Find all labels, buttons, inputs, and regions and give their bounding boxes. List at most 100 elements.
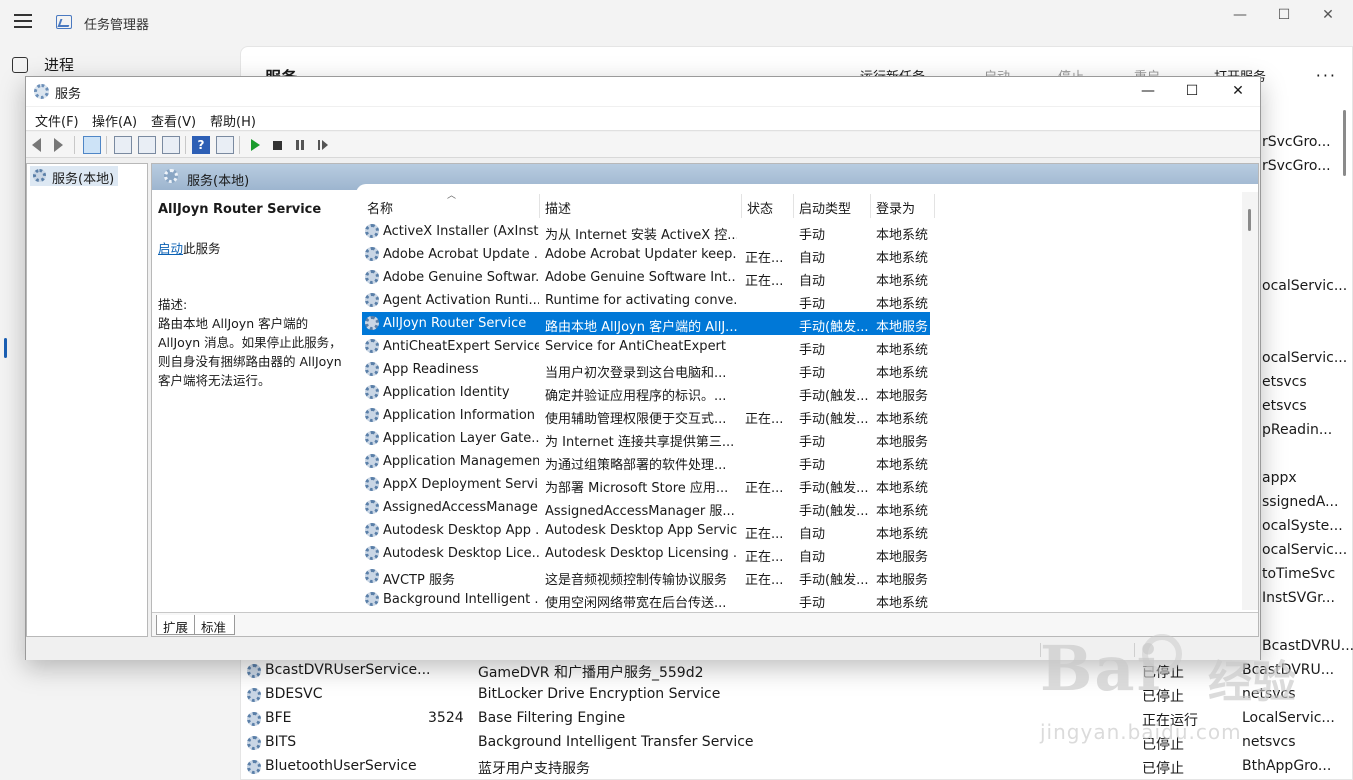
- detail-service-name: AllJoyn Router Service: [158, 202, 322, 217]
- table-row[interactable]: AntiCheatExpert Service Service for AntiC…: [362, 335, 930, 358]
- scrollbar-thumb[interactable]: [1248, 209, 1251, 231]
- properties-icon[interactable]: [114, 136, 132, 154]
- column-header-description[interactable]: 描述: [540, 194, 742, 218]
- nav-item-processes[interactable]: 进程: [12, 54, 74, 75]
- service-status: 正在...: [745, 481, 784, 496]
- group-cell: rSvcGro...: [1262, 158, 1331, 174]
- services-gear-icon: [34, 84, 49, 99]
- service-name: AssignedAccessManage...: [383, 500, 539, 515]
- service-name: Autodesk Desktop Lice...: [383, 546, 539, 561]
- services-title: 服务: [55, 87, 82, 102]
- toolbar-separator: [106, 136, 107, 154]
- table-row[interactable]: BluetoothUserService 蓝牙用户支持服务 已停止 BthApp…: [244, 755, 1344, 779]
- tab-standard[interactable]: 标准: [194, 615, 236, 635]
- column-header-name[interactable]: ︿ 名称: [362, 192, 540, 218]
- menu-view[interactable]: 查看(V): [151, 111, 196, 130]
- service-logon: 本地系统: [876, 274, 929, 289]
- menu-file[interactable]: 文件(F): [35, 111, 79, 130]
- service-startup: 自动: [799, 251, 826, 266]
- service-status: 正在...: [745, 274, 784, 289]
- service-desc: 为部署 Microsoft Store 应用...: [545, 481, 729, 496]
- service-startup: 自动: [799, 274, 826, 289]
- service-pid: 3524: [428, 710, 464, 726]
- taskmanager-titlebar: 任务管理器 — ☐ ✕: [0, 0, 1353, 46]
- table-row[interactable]: Autodesk Desktop App ... Autodesk Desktop…: [362, 519, 930, 542]
- service-name: App Readiness: [383, 362, 479, 377]
- table-row[interactable]: Background Intelligent ... 使用空闲网络带宽在后台传送.…: [362, 588, 930, 611]
- table-row[interactable]: App Readiness 当用户初次登录到这台电脑和... 手动 本地系统: [362, 358, 930, 381]
- service-logon: 本地服务: [876, 435, 929, 450]
- help-icon[interactable]: ?: [192, 136, 210, 154]
- back-arrow-icon[interactable]: [32, 138, 41, 152]
- service-status: 已停止: [1142, 761, 1184, 777]
- table-row[interactable]: Application Layer Gate... 为 Internet 连接共享…: [362, 427, 930, 450]
- toolbar-separator: [239, 136, 240, 154]
- services-titlebar[interactable]: 服务 — ☐ ✕: [26, 77, 1260, 106]
- nav-item-label: 进程: [44, 56, 75, 74]
- service-name: AVCTP 服务: [383, 573, 455, 588]
- detail-action: 启动此服务: [158, 239, 354, 258]
- forward-arrow-icon[interactable]: [54, 138, 63, 152]
- action-pane-icon[interactable]: [216, 136, 234, 154]
- service-gear-icon: [365, 385, 379, 399]
- hamburger-menu-icon[interactable]: [14, 14, 32, 28]
- menu-help[interactable]: 帮助(H): [210, 111, 256, 130]
- table-row[interactable]: Autodesk Desktop Lice... Autodesk Desktop…: [362, 542, 930, 565]
- minimize-icon[interactable]: —: [1220, 4, 1260, 28]
- close-icon[interactable]: ✕: [1308, 4, 1348, 28]
- table-row[interactable]: Application Information 使用辅助管理权限便于交互式... 正…: [362, 404, 930, 427]
- tree-item-services-local[interactable]: 服务(本地): [30, 166, 119, 187]
- export-list-icon[interactable]: [162, 136, 180, 154]
- search-gear-icon: [164, 169, 178, 183]
- table-row[interactable]: Agent Activation Runti... Runtime for act…: [362, 289, 930, 312]
- restart-service-icon[interactable]: [318, 140, 328, 150]
- show-console-tree-icon[interactable]: [83, 136, 101, 154]
- table-row[interactable]: ActiveX Installer (AxInst... 为从 Internet …: [362, 220, 930, 243]
- refresh-icon[interactable]: [138, 136, 156, 154]
- service-desc: GameDVR 和广播用户服务_559d2: [478, 665, 704, 681]
- taskmanager-title: 任务管理器: [84, 18, 150, 33]
- taskmanager-scrollbar[interactable]: [1343, 110, 1346, 176]
- table-row[interactable]: Adobe Genuine Softwar... Adobe Genuine So…: [362, 266, 930, 289]
- service-logon: 本地系统: [876, 527, 929, 542]
- minimize-icon[interactable]: —: [1126, 80, 1170, 102]
- table-row[interactable]: Application Management 为通过组策略部署的软件处理... 手动…: [362, 450, 930, 473]
- maximize-icon[interactable]: ☐: [1264, 4, 1304, 28]
- services-vertical-scrollbar[interactable]: [1242, 192, 1258, 610]
- group-cell: toTimeSvc: [1262, 566, 1336, 582]
- table-row[interactable]: AVCTP 服务 这是音频视频控制传输协议服务 正在... 手动(触发... 本地服务: [362, 565, 930, 588]
- processes-icon: [12, 56, 28, 73]
- pause-service-icon[interactable]: [296, 140, 304, 150]
- start-service-link[interactable]: 启动: [158, 241, 183, 256]
- service-gear-icon: [247, 712, 261, 726]
- table-row[interactable]: AllJoyn Router Service 路由本地 AllJoyn 客户端的 …: [362, 312, 930, 335]
- service-startup: 手动: [799, 366, 826, 381]
- close-icon[interactable]: ✕: [1216, 80, 1260, 102]
- tab-extended[interactable]: 扩展: [156, 615, 198, 635]
- service-desc: Service for AntiCheatExpert: [545, 339, 727, 354]
- menu-action[interactable]: 操作(A): [92, 111, 137, 130]
- service-desc: Adobe Acrobat Updater keep...: [545, 247, 737, 262]
- stop-service-icon[interactable]: [273, 141, 282, 150]
- service-startup: 手动(触发...: [799, 481, 869, 496]
- group-cell: ocalServic...: [1262, 350, 1348, 366]
- column-header-logon[interactable]: 登录为: [871, 194, 935, 218]
- column-header-status[interactable]: 状态: [742, 194, 794, 218]
- table-row[interactable]: Application Identity 确定并验证应用程序的标识。... 手动(触…: [362, 381, 930, 404]
- table-row[interactable]: AppX Deployment Servi... 为部署 Microsoft St…: [362, 473, 930, 496]
- service-name: BITS: [265, 734, 297, 750]
- more-options-icon[interactable]: ···: [1316, 66, 1337, 85]
- column-header-startup-type[interactable]: 启动类型: [794, 194, 871, 218]
- service-name: Application Information: [383, 408, 536, 423]
- group-cell: ocalSyste...: [1262, 518, 1343, 534]
- table-row[interactable]: Adobe Acrobat Update ... Adobe Acrobat Up…: [362, 243, 930, 266]
- detail-desc-label: 描述:: [158, 297, 188, 312]
- maximize-icon[interactable]: ☐: [1170, 80, 1214, 102]
- table-row[interactable]: AssignedAccessManage... AssignedAccessMan…: [362, 496, 930, 519]
- start-service-icon[interactable]: [251, 139, 260, 151]
- service-name: BFE: [265, 710, 292, 726]
- watermark-cn: 经验: [1208, 657, 1296, 708]
- service-desc: 这是音频视频控制传输协议服务: [545, 573, 728, 588]
- service-name: Adobe Acrobat Update ...: [383, 247, 539, 262]
- group-cell: etsvcs: [1262, 398, 1307, 414]
